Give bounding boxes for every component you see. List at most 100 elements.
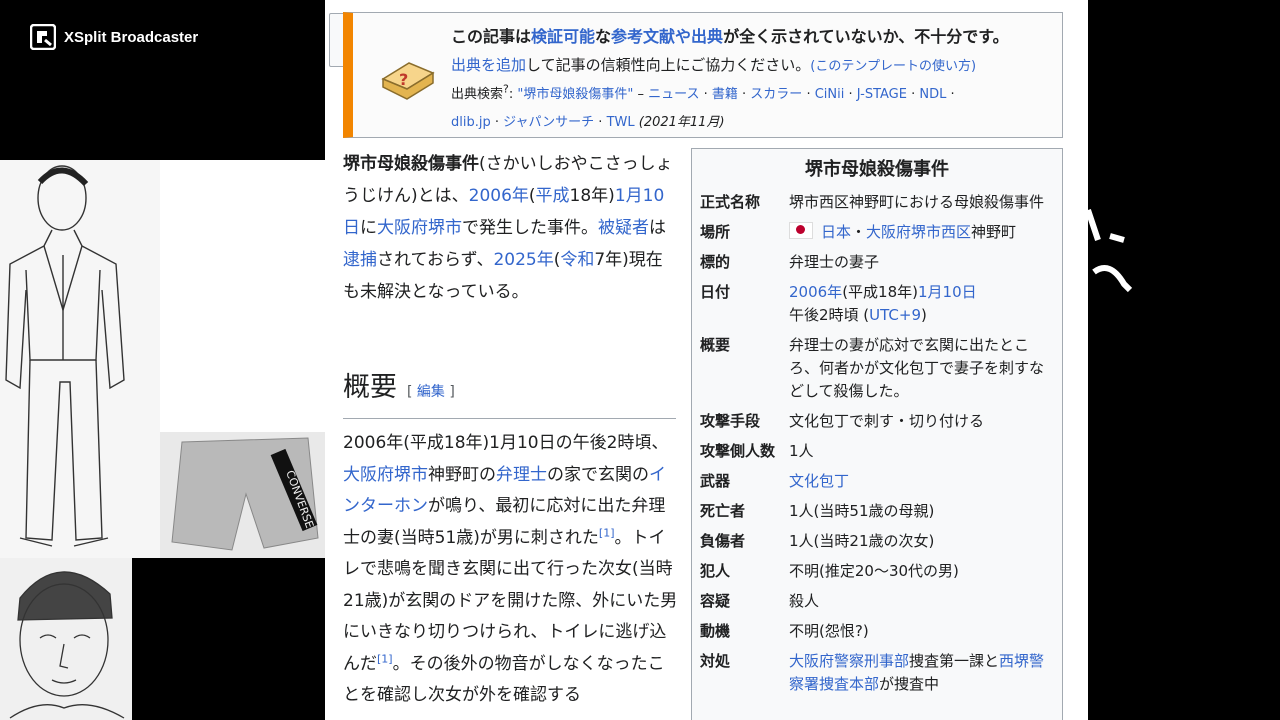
- infobox-value: 堺市西区神野町における母娘殺傷事件: [789, 192, 1045, 211]
- search-link-cinii[interactable]: CiNii: [815, 87, 845, 102]
- infobox-key: 死亡者: [700, 501, 746, 520]
- link-arrest[interactable]: 逮捕: [343, 250, 377, 270]
- link-2006[interactable]: 2006年: [469, 186, 529, 206]
- watermark-text: XSplit Broadcaster: [64, 28, 199, 46]
- infobox-row: 標的 弁理士の妻子: [700, 247, 1054, 277]
- link-template-usage[interactable]: (このテンプレートの使い方): [810, 59, 976, 74]
- infobox-value: 不明(怨恨?): [789, 621, 869, 640]
- para-text: 神野町の: [428, 464, 496, 485]
- infobox-value: 1人(当時51歳の母親): [789, 501, 935, 520]
- sketch-background: [160, 160, 325, 432]
- infobox-key: 動機: [700, 621, 731, 640]
- background-decoration: [1080, 200, 1140, 304]
- infobox-key: 負傷者: [700, 531, 746, 550]
- lead-text: 18年): [569, 186, 615, 206]
- reference-link-1b[interactable]: [1]: [377, 652, 393, 665]
- overview-paragraph: 2006年(平成18年)1月10日の午後2時頃、大阪府堺市神野町の弁理士の家で玄…: [343, 428, 678, 712]
- infobox-row: 概要 弁理士の妻が応対で玄関に出たところ、何者かが文化包丁で妻子を刺すなどして殺…: [700, 330, 1054, 406]
- link-kitchen-knife[interactable]: 文化包丁: [789, 472, 849, 490]
- infobox-row: 犯人 不明(推定20〜30代の男): [700, 556, 1054, 586]
- link-osaka-police[interactable]: 大阪府警察刑事部: [789, 652, 909, 670]
- link-sakai-2[interactable]: 大阪府堺市: [343, 465, 428, 485]
- infobox-key: 武器: [700, 471, 731, 490]
- infobox-row: 動機 不明(怨恨?): [700, 616, 1054, 646]
- infobox-value: 文化包丁で刺す・切り付ける: [789, 411, 985, 430]
- search-link-ndl[interactable]: NDL: [919, 87, 946, 102]
- infobox-value: 午後2時頃 (: [789, 305, 870, 324]
- infobox-value: 捜査第一課と: [909, 651, 1000, 670]
- link-verifiable[interactable]: 検証可能: [531, 27, 595, 46]
- infobox-key: 概要: [700, 335, 731, 354]
- infobox-key: 攻撃手段: [700, 411, 761, 430]
- infobox-row: 場所 日本・大阪府堺市西区神野町: [700, 217, 1054, 247]
- infobox-key: 標的: [700, 252, 731, 271]
- search-link-books[interactable]: 書籍: [712, 87, 738, 102]
- search-link-dlib[interactable]: dlib.jp: [451, 115, 491, 130]
- infobox-row: 正式名称 堺市西区神野町における母娘殺傷事件: [700, 187, 1054, 217]
- para-text: 。トイレで悲鳴を聞き玄関に出て行った次女(当時21歳)が玄関のドアを開けた際、外…: [343, 527, 678, 674]
- link-add-citation[interactable]: 出典を追加: [451, 56, 526, 74]
- article-subject: 堺市母娘殺傷事件: [343, 154, 479, 174]
- link-2025[interactable]: 2025年: [493, 250, 553, 270]
- link-japan[interactable]: 日本: [821, 223, 851, 241]
- infobox-row: 容疑 殺人: [700, 586, 1054, 616]
- infobox-row: 対処 大阪府警察刑事部捜査第一課と西堺警察署捜査本部が捜査中: [700, 646, 1054, 699]
- link-nishi-ku[interactable]: 大阪府堺市西区: [866, 223, 971, 241]
- infobox-row: 日付 2006年(平成18年)1月10日 午後2時頃 (UTC+9): [700, 277, 1054, 330]
- infobox-key: 正式名称: [700, 192, 761, 211]
- infobox-title: 堺市母娘殺傷事件: [805, 159, 949, 180]
- section-title: 概要: [343, 372, 397, 403]
- lead-paragraph: 堺市母娘殺傷事件(さかいしおやこさっしょうじけん)とは、2006年(平成18年)…: [343, 148, 678, 308]
- infobox-key: 犯人: [700, 561, 731, 580]
- edit-section-link[interactable]: 編集: [417, 384, 445, 400]
- reference-link-1[interactable]: [1]: [599, 526, 615, 539]
- link-heisei[interactable]: 平成: [536, 186, 570, 206]
- infobox-row: 負傷者 1人(当時21歳の次女): [700, 526, 1054, 556]
- xsplit-logo-icon: [30, 24, 56, 50]
- infobox-row: 武器 文化包丁: [700, 466, 1054, 496]
- citation-needed-notice: ? この記事は検証可能な参考文献や出典が全く示されていないか、不十分です。 出典…: [343, 12, 1063, 138]
- japan-flag-icon: [789, 221, 813, 239]
- link-2006-ib[interactable]: 2006年: [789, 283, 842, 301]
- infobox-value: 不明(推定20〜30代の男): [789, 561, 959, 580]
- lead-text: されておらず、: [377, 250, 494, 270]
- link-patent-attorney[interactable]: 弁理士: [496, 465, 547, 485]
- infobox-value: が捜査中: [879, 674, 940, 693]
- notice-text: この記事は: [451, 27, 532, 46]
- notice-date: (2021年11月): [638, 115, 725, 130]
- link-sakai[interactable]: 大阪府堺市: [377, 218, 462, 238]
- infobox-value: (平成18年): [842, 282, 918, 301]
- infobox-value: 弁理士の妻が応対で玄関に出たところ、何者かが文化包丁で妻子を刺すなどして殺傷した…: [789, 335, 1045, 400]
- wiki-page: ? この記事は検証可能な参考文献や出典が全く示されていないか、不十分です。 出典…: [325, 0, 1088, 720]
- link-utc9[interactable]: UTC+9: [869, 306, 921, 324]
- link-reiwa[interactable]: 令和: [560, 250, 594, 270]
- lead-text: (: [528, 186, 536, 206]
- infobox-value: 殺人: [789, 591, 820, 610]
- infobox-key: 容疑: [700, 591, 731, 610]
- infobox-key: 対処: [700, 651, 731, 670]
- link-references[interactable]: 参考文献や出典: [611, 27, 723, 46]
- infobox-value: ): [921, 305, 927, 324]
- search-link-scholar[interactable]: スカラー: [750, 87, 802, 102]
- full-body-sketch: [0, 160, 160, 558]
- lead-text: に: [360, 218, 377, 238]
- edit-bracket: [: [407, 384, 417, 400]
- link-suspect[interactable]: 被疑者: [598, 218, 649, 238]
- search-label: 出典検索: [451, 87, 504, 102]
- lead-text: で発生した事件。: [462, 218, 598, 238]
- notice-text: な: [595, 27, 612, 46]
- lead-text: は: [649, 218, 666, 238]
- infobox: 堺市母娘殺傷事件 正式名称 堺市西区神野町における母娘殺傷事件 場所 日本・大阪…: [691, 148, 1063, 720]
- svg-text:?: ?: [399, 70, 408, 89]
- edit-bracket: ]: [444, 384, 455, 400]
- face-sketch: [0, 558, 132, 720]
- search-link-jstage[interactable]: J-STAGE: [857, 87, 907, 102]
- search-link-twl[interactable]: TWL: [607, 115, 635, 130]
- link-jan10-ib[interactable]: 1月10日: [918, 283, 977, 301]
- xsplit-watermark: XSplit Broadcaster: [30, 24, 198, 50]
- infobox-key: 場所: [700, 222, 731, 241]
- search-link-news[interactable]: ニュース: [648, 87, 699, 102]
- para-text: 2006年(平成18年)1月10日の午後2時頃、: [343, 433, 669, 453]
- search-query-link[interactable]: "堺市母娘殺傷事件": [517, 87, 633, 102]
- search-link-japansearch[interactable]: ジャパンサーチ: [503, 115, 594, 130]
